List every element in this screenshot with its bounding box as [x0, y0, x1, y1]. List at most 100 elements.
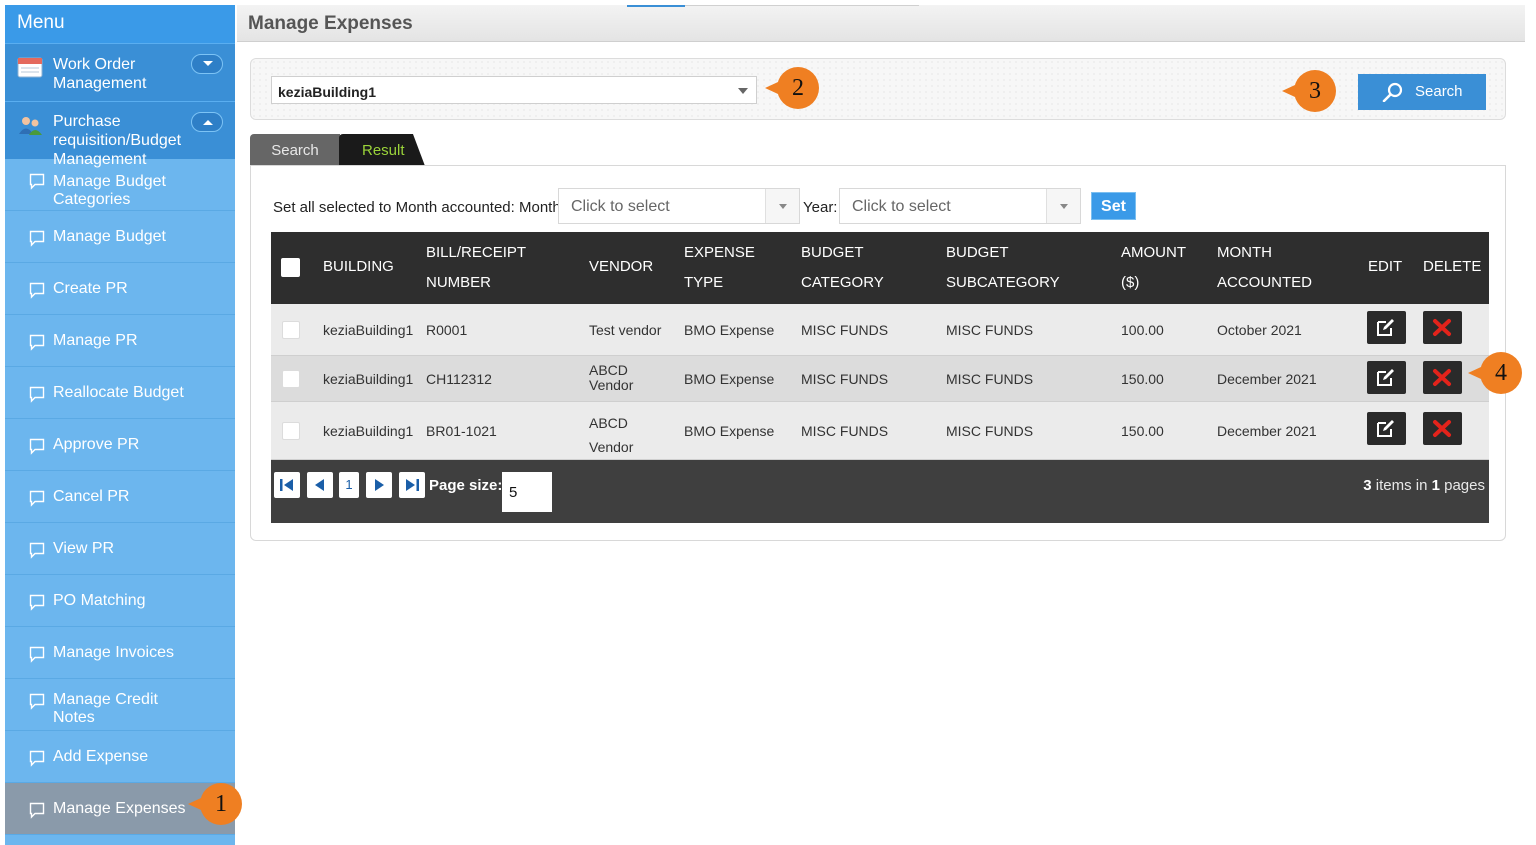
prev-page-icon	[315, 479, 324, 491]
column-header[interactable]: BUDGET SUBCATEGORY	[946, 238, 1060, 298]
edit-icon	[1377, 319, 1394, 336]
cell-budget-category: MISC FUNDS	[801, 371, 889, 387]
sidebar-item-manage-credit-notes[interactable]: Manage Credit Notes	[5, 679, 235, 731]
column-header-line: SUBCATEGORY	[946, 274, 1060, 291]
search-button-label: Search	[1415, 83, 1463, 100]
menu-title: Menu	[5, 5, 235, 43]
column-header[interactable]: BUDGET CATEGORY	[801, 238, 884, 298]
table-row[interactable]: keziaBuilding1 CH112312 ABCD Vendor BMO E…	[271, 356, 1489, 402]
sidebar-item-manage-pr[interactable]: Manage PR	[5, 315, 235, 367]
building-select[interactable]: keziaBuilding1	[271, 76, 757, 104]
page-size-input[interactable]: 5	[502, 472, 552, 512]
column-header[interactable]: VENDOR	[589, 252, 653, 282]
column-header[interactable]: BILL/RECEIPT NUMBER	[426, 238, 526, 298]
chevron-up-icon[interactable]	[191, 112, 223, 132]
sidebar-item-cancel-pr[interactable]: Cancel PR	[5, 471, 235, 523]
month-placeholder: Click to select	[571, 198, 670, 215]
sidebar-item-label: View PR	[53, 540, 115, 557]
last-page-button[interactable]	[399, 472, 425, 498]
column-header-line: EXPENSE	[684, 244, 755, 261]
sidebar-item-manage-budget[interactable]: Manage Budget	[5, 211, 235, 263]
table-row[interactable]: keziaBuilding1 R0001 Test vendor BMO Exp…	[271, 304, 1489, 356]
pages-count: 1	[1431, 477, 1440, 494]
page-number-button[interactable]: 1	[339, 472, 359, 498]
caret-down-icon[interactable]	[1046, 189, 1080, 223]
sidebar-item-label: Reallocate Budget	[53, 384, 184, 401]
grid-header: BUILDING BILL/RECEIPT NUMBER VENDOR EXPEN…	[271, 232, 1489, 304]
cell-building: keziaBuilding1	[323, 423, 414, 439]
sidebar-item-label: Manage Budget	[53, 228, 166, 245]
column-header-line: CATEGORY	[801, 274, 884, 291]
sidebar-item-po-matching[interactable]: PO Matching	[5, 575, 235, 627]
column-header[interactable]: AMOUNT ($)	[1121, 238, 1186, 298]
row-checkbox[interactable]	[282, 422, 300, 440]
delete-button[interactable]	[1423, 311, 1462, 344]
speech-bubble-icon	[29, 693, 45, 715]
cell-bill-number: R0001	[426, 322, 468, 338]
sidebar-item-add-expense[interactable]: Add Expense	[5, 731, 235, 783]
sidebar-item-label: PO Matching	[53, 592, 146, 609]
sidebar-item-label: Manage Budget	[53, 173, 166, 190]
speech-bubble-icon	[29, 542, 45, 564]
caret-down-icon[interactable]	[765, 189, 799, 223]
edit-button[interactable]	[1367, 311, 1406, 344]
column-header-line: AMOUNT	[1121, 244, 1186, 261]
tab-search[interactable]: Search	[250, 134, 340, 166]
cell-budget-subcategory: MISC FUNDS	[946, 322, 1034, 338]
tab-result[interactable]: Result	[339, 134, 425, 166]
sidebar-group-label: Management	[53, 75, 147, 92]
sidebar-item-label: Manage Invoices	[53, 644, 174, 661]
speech-bubble-icon	[29, 802, 45, 824]
speech-bubble-icon	[29, 750, 45, 772]
edit-icon	[1377, 420, 1394, 437]
sidebar-group-purchase-requisition[interactable]: Purchase requisition/Budget Management	[5, 101, 235, 168]
edit-button[interactable]	[1367, 361, 1406, 394]
callout-badge: 2	[765, 67, 819, 109]
search-button[interactable]: Search	[1358, 74, 1486, 110]
column-header-line: NUMBER	[426, 274, 492, 291]
next-page-button[interactable]	[366, 472, 392, 498]
page-header: Manage Expenses	[237, 5, 1525, 42]
year-combobox[interactable]: Click to select	[839, 188, 1081, 224]
sidebar-item-reallocate-budget[interactable]: Reallocate Budget	[5, 367, 235, 419]
cell-month-accounted: December 2021	[1217, 371, 1317, 387]
pages-text: pages	[1444, 477, 1485, 494]
row-checkbox[interactable]	[282, 370, 300, 388]
column-header-line: ACCOUNTED	[1217, 274, 1313, 291]
cell-building: keziaBuilding1	[323, 371, 414, 387]
cell-bill-number: CH112312	[426, 371, 492, 387]
column-header[interactable]: EXPENSE TYPE	[684, 238, 755, 298]
prev-page-button[interactable]	[307, 472, 333, 498]
sidebar-item-view-pr[interactable]: View PR	[5, 523, 235, 575]
sidebar-group-work-order[interactable]: Work Order Management	[5, 43, 235, 101]
column-header[interactable]: BUILDING	[323, 252, 394, 282]
edit-button[interactable]	[1367, 412, 1406, 445]
cell-expense-type: BMO Expense	[684, 322, 775, 338]
select-all-checkbox[interactable]	[281, 258, 300, 277]
column-header-line: ($)	[1121, 274, 1140, 291]
result-panel: Set all selected to Month accounted: Mon…	[250, 165, 1506, 541]
speech-bubble-icon	[29, 386, 45, 408]
speech-bubble-icon	[29, 594, 45, 616]
column-header[interactable]: MONTH ACCOUNTED	[1217, 238, 1312, 298]
sidebar-item-approve-pr[interactable]: Approve PR	[5, 419, 235, 471]
cell-vendor-line: Vendor	[589, 439, 634, 455]
sidebar-item-manage-invoices[interactable]: Manage Invoices	[5, 627, 235, 679]
delete-button[interactable]	[1423, 361, 1462, 394]
first-page-button[interactable]	[274, 472, 300, 498]
sidebar-item-create-pr[interactable]: Create PR	[5, 263, 235, 315]
sidebar-item-manage-budget-categories[interactable]: Manage Budget Categories	[5, 159, 235, 211]
last-page-icon	[406, 479, 419, 491]
sidebar-item-label: Add Expense	[53, 748, 149, 765]
month-combobox[interactable]: Click to select	[558, 188, 800, 224]
delete-button[interactable]	[1423, 412, 1462, 445]
cell-vendor: ABCD Vendor	[589, 363, 633, 393]
row-checkbox[interactable]	[282, 321, 300, 339]
cell-expense-type: BMO Expense	[684, 423, 775, 439]
delete-x-icon	[1433, 420, 1451, 437]
set-button[interactable]: Set	[1091, 192, 1136, 220]
speech-bubble-icon	[29, 490, 45, 512]
table-row[interactable]: keziaBuilding1 BR01-1021 ABCD Vendor BMO …	[271, 402, 1489, 460]
chevron-down-icon[interactable]	[191, 54, 223, 74]
column-header-line: BUDGET	[946, 244, 1009, 261]
